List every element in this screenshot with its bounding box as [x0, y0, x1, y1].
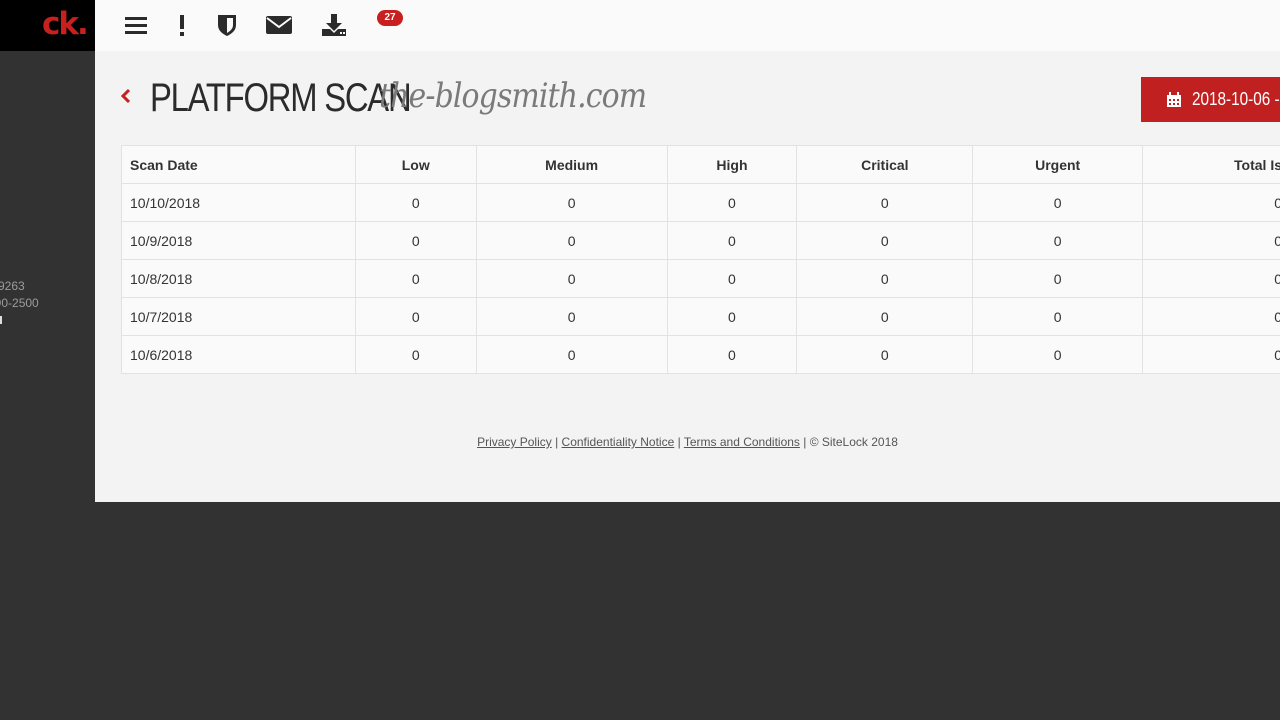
- footer-separator: |: [674, 435, 684, 449]
- cell-critical: 0: [796, 297, 974, 336]
- back-button[interactable]: [120, 87, 134, 107]
- cell-low: 0: [354, 297, 477, 336]
- cell-medium: 0: [475, 183, 668, 222]
- cell-total: 0: [1142, 183, 1280, 222]
- contact-marker: [0, 316, 2, 324]
- shield-icon[interactable]: [213, 11, 241, 39]
- terms-link[interactable]: Terms and Conditions: [684, 435, 800, 449]
- confidentiality-notice-link[interactable]: Confidentiality Notice: [562, 435, 675, 449]
- chevron-left-icon: [120, 88, 131, 104]
- date-range-button[interactable]: 2018-10-06 - 2: [1141, 77, 1280, 122]
- cell-total: 0: [1142, 335, 1280, 374]
- column-header[interactable]: Urgent: [972, 145, 1144, 184]
- alert-icon[interactable]: [168, 11, 196, 39]
- cell-critical: 0: [796, 335, 974, 374]
- top-toolbar: 27: [95, 0, 1280, 51]
- table-row: 10/10/2018 0 0 0 0 0 0: [121, 183, 1280, 222]
- table-row: 10/7/2018 0 0 0 0 0 0: [121, 297, 1280, 336]
- contact-line: 390-2500: [0, 296, 39, 310]
- footer: Privacy Policy | Confidentiality Notice …: [95, 435, 1280, 449]
- cell-medium: 0: [475, 297, 668, 336]
- main-panel: 27 PLATFORM SCAN the-blogsmith.com 2018-…: [95, 0, 1280, 502]
- cell-high: 0: [666, 297, 798, 336]
- cell-high: 0: [666, 221, 798, 260]
- table-row: 10/9/2018 0 0 0 0 0 0: [121, 221, 1280, 260]
- column-header[interactable]: Scan Date: [121, 145, 356, 184]
- column-header[interactable]: Critical: [796, 145, 974, 184]
- copyright-text: | © SiteLock 2018: [799, 435, 898, 449]
- column-header[interactable]: High: [666, 145, 798, 184]
- page-header: PLATFORM SCAN the-blogsmith.com 2018-10-…: [95, 70, 1280, 130]
- cell-medium: 0: [475, 221, 668, 260]
- sidebar: ck. 9263 390-2500: [0, 0, 95, 720]
- mail-count-badge: 27: [377, 10, 403, 26]
- page-domain: the-blogsmith.com: [379, 76, 647, 116]
- logo-bar[interactable]: ck.: [0, 0, 95, 51]
- column-header[interactable]: Total Is: [1142, 145, 1280, 184]
- cell-total: 0: [1142, 259, 1280, 298]
- cell-scan-date: 10/7/2018: [121, 297, 356, 336]
- cell-high: 0: [666, 335, 798, 374]
- cell-urgent: 0: [972, 259, 1144, 298]
- cell-total: 0: [1142, 221, 1280, 260]
- cell-scan-date: 10/6/2018: [121, 335, 356, 374]
- download-icon[interactable]: [320, 11, 348, 39]
- cell-scan-date: 10/9/2018: [121, 221, 356, 260]
- cell-high: 0: [666, 259, 798, 298]
- cell-total: 0: [1142, 297, 1280, 336]
- cell-urgent: 0: [972, 335, 1144, 374]
- calendar-icon: [1166, 91, 1182, 108]
- page-title: PLATFORM SCAN: [150, 76, 412, 120]
- cell-high: 0: [666, 183, 798, 222]
- column-header[interactable]: Low: [354, 145, 477, 184]
- contact-info: 9263 390-2500: [0, 278, 95, 324]
- table-row: 10/8/2018 0 0 0 0 0 0: [121, 259, 1280, 298]
- cell-urgent: 0: [972, 297, 1144, 336]
- cell-urgent: 0: [972, 183, 1144, 222]
- cell-critical: 0: [796, 183, 974, 222]
- contact-line: 9263: [0, 279, 25, 293]
- logo: ck.: [42, 6, 89, 42]
- table-row: 10/6/2018 0 0 0 0 0 0: [121, 335, 1280, 374]
- cell-low: 0: [354, 335, 477, 374]
- cell-medium: 0: [475, 335, 668, 374]
- mail-icon[interactable]: [265, 11, 293, 39]
- cell-low: 0: [354, 221, 477, 260]
- cell-medium: 0: [475, 259, 668, 298]
- cell-urgent: 0: [972, 221, 1144, 260]
- cell-low: 0: [354, 183, 477, 222]
- privacy-policy-link[interactable]: Privacy Policy: [477, 435, 552, 449]
- cell-critical: 0: [796, 221, 974, 260]
- footer-separator: |: [551, 435, 562, 449]
- table-header-row: Scan Date Low Medium High Critical Urgen…: [121, 145, 1280, 184]
- cell-low: 0: [354, 259, 477, 298]
- scan-results-table: Scan Date Low Medium High Critical Urgen…: [121, 145, 1280, 374]
- cell-critical: 0: [796, 259, 974, 298]
- cell-scan-date: 10/10/2018: [121, 183, 356, 222]
- column-header[interactable]: Medium: [475, 145, 668, 184]
- cell-scan-date: 10/8/2018: [121, 259, 356, 298]
- menu-icon[interactable]: [122, 11, 150, 39]
- date-range-label: 2018-10-06 - 2: [1192, 89, 1280, 109]
